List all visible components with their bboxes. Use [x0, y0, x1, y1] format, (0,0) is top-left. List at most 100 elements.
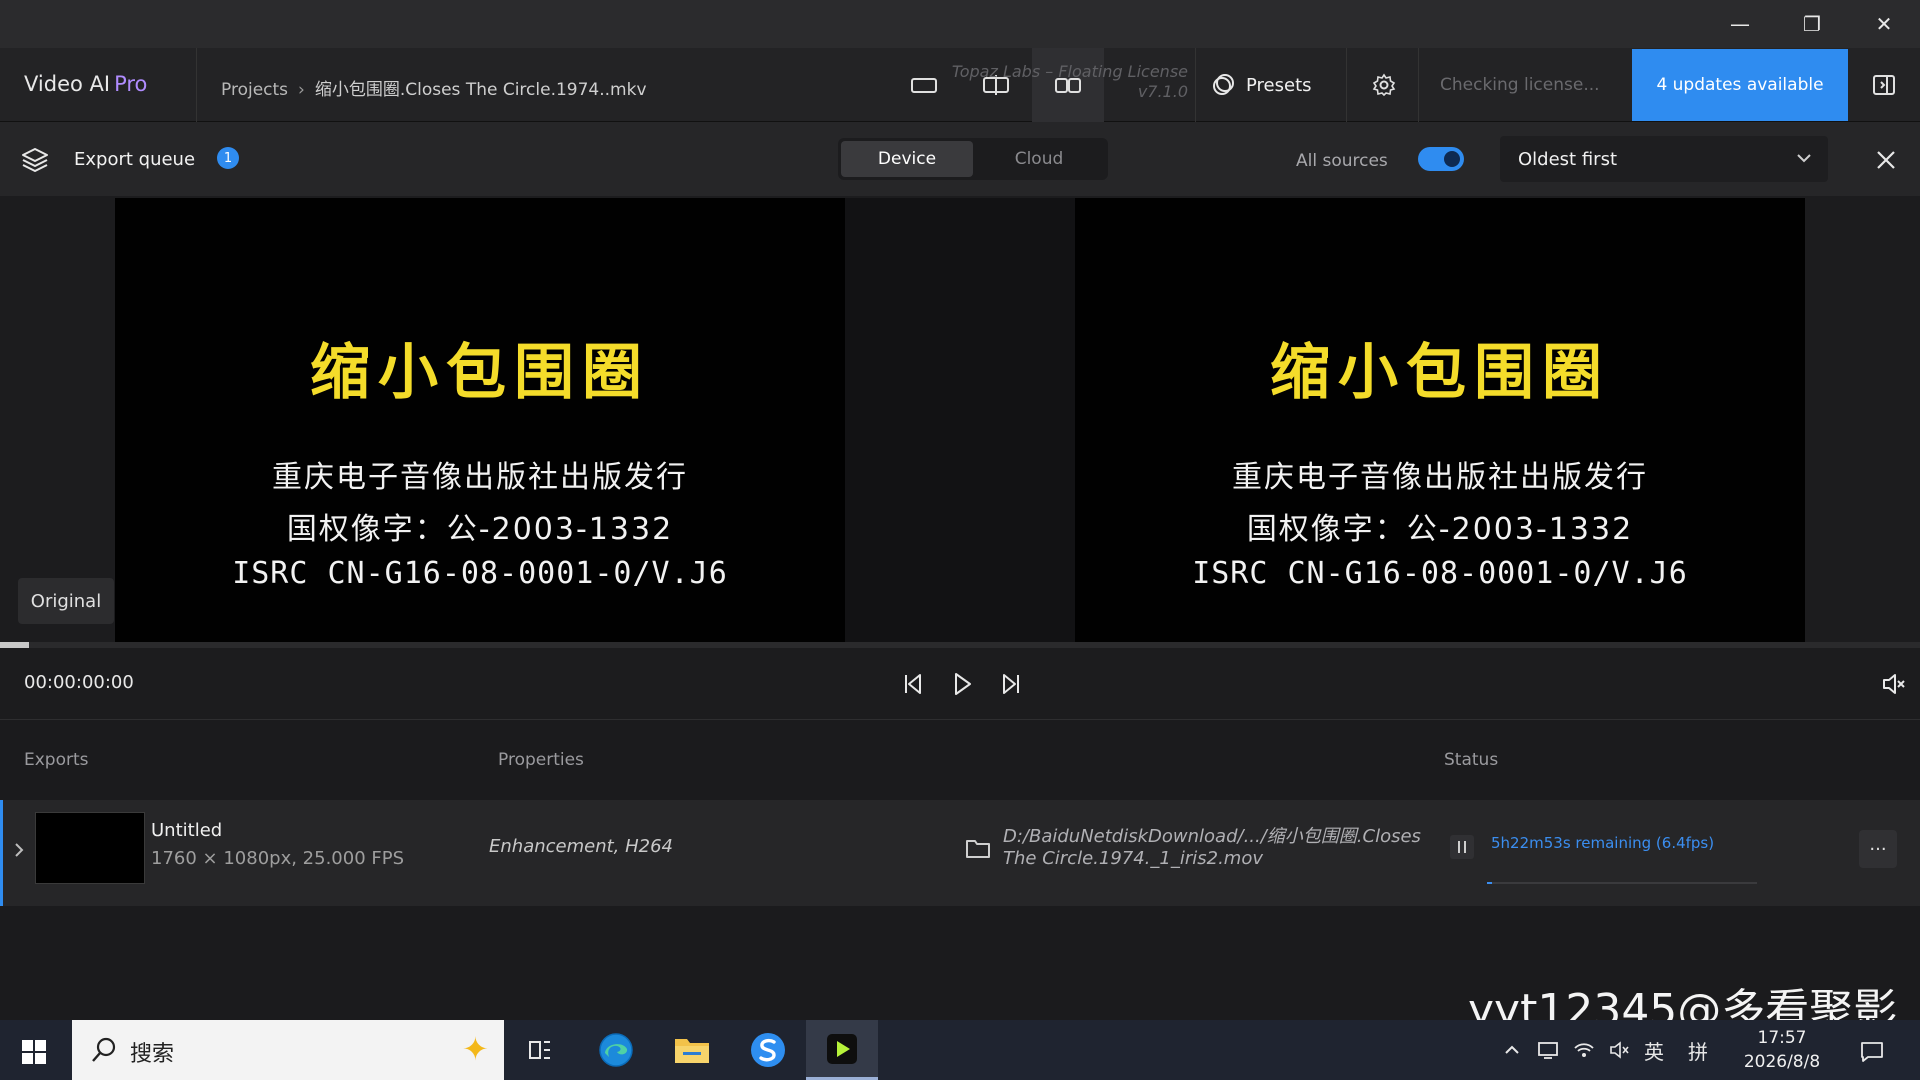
toggle-panel-button[interactable]	[1862, 48, 1906, 122]
folder-icon[interactable]	[965, 836, 991, 864]
export-spec: 1760 × 1080px, 25.000 FPS	[151, 848, 405, 869]
preview-gap	[845, 198, 1075, 642]
breadcrumb-projects-link[interactable]: Projects	[221, 80, 288, 100]
edge-browser-icon	[599, 1033, 633, 1067]
presets-button[interactable]: Presets	[1210, 48, 1312, 122]
previous-frame-button[interactable]	[894, 664, 934, 704]
frame-title-text: 缩小包围圈	[1270, 338, 1610, 408]
export-queue-title: Export queue	[74, 149, 196, 170]
original-label: Original	[18, 578, 114, 624]
step-back-icon	[905, 674, 921, 694]
export-thumbnail	[35, 812, 145, 884]
column-header-status: Status	[1444, 750, 1499, 770]
sogou-icon	[751, 1033, 785, 1067]
breadcrumb: Projects › 缩小包围圈.Closes The Circle.1974..m…	[221, 75, 647, 100]
pause-export-button[interactable]	[1449, 834, 1475, 864]
folder-icon	[675, 1039, 709, 1063]
frame-line-3: ISRC CN-G16-08-0001-0/V.J6	[1192, 556, 1688, 591]
taskbar-edge[interactable]	[580, 1020, 652, 1080]
more-options-button[interactable]: ···	[1859, 830, 1897, 868]
step-forward-icon	[1003, 674, 1019, 694]
device-tray-icon[interactable]	[1532, 1020, 1564, 1080]
monitor-icon	[1538, 1042, 1558, 1059]
table-row[interactable]: Untitled 1760 × 1080px, 25.000 FPS Enhan…	[0, 800, 1920, 906]
queue-count-badge: 1	[217, 147, 239, 169]
export-output-path: D:/BaiduNetdiskDownload/.../缩小包围圈.Closes…	[1003, 826, 1421, 869]
pause-icon	[1450, 835, 1474, 859]
updates-available-button[interactable]: 4 updates available	[1632, 49, 1848, 121]
presets-label: Presets	[1246, 74, 1312, 96]
close-window-button[interactable]: ✕	[1848, 0, 1920, 48]
license-owner: Topaz Labs – Floating License	[951, 62, 1188, 81]
license-info: Topaz Labs – Floating License v7.1.0	[930, 62, 1188, 102]
chevron-right-icon[interactable]	[11, 840, 27, 864]
notification-center-button[interactable]	[1852, 1032, 1892, 1072]
gear-icon	[1372, 73, 1396, 97]
video-preview: 缩小包围圈 重庆电子音像出版社出版发行 国权像字：公-2003-1332 ISR…	[0, 196, 1920, 642]
chevron-down-icon	[1794, 148, 1814, 172]
search-icon	[90, 1036, 118, 1068]
taskbar-sogou[interactable]	[732, 1020, 804, 1080]
sort-order-select[interactable]: Oldest first	[1500, 136, 1828, 182]
frame-title-text: 缩小包围圈	[310, 338, 650, 408]
ime-mode-indicator[interactable]: 拼	[1684, 1020, 1712, 1080]
next-frame-button[interactable]	[990, 664, 1030, 704]
frame-line-3: ISRC CN-G16-08-0001-0/V.J6	[232, 556, 728, 591]
time-remaining: 5h22m53s remaining (6.4fps)	[1491, 834, 1715, 852]
app-version: v7.1.0	[1137, 82, 1188, 101]
taskbar-search[interactable]: 搜索 ✦	[72, 1020, 504, 1080]
license-status: Checking license...	[1440, 75, 1600, 95]
sort-order-value: Oldest first	[1518, 149, 1617, 170]
minimize-button[interactable]: —	[1704, 0, 1776, 48]
frame-line-2: 国权像字：公-2003-1332	[286, 512, 674, 547]
close-icon	[1877, 151, 1895, 169]
layers-icon	[20, 146, 50, 178]
taskbar-file-explorer[interactable]	[656, 1020, 728, 1080]
topaz-video-ai-icon	[827, 1033, 857, 1064]
tab-device[interactable]: Device	[841, 141, 973, 177]
timecode: 00:00:00:00	[24, 672, 134, 693]
export-properties: Enhancement, H264	[489, 836, 674, 857]
settings-button[interactable]	[1360, 48, 1408, 122]
volume-tray-icon[interactable]	[1604, 1020, 1636, 1080]
export-progress-bar	[1487, 882, 1757, 884]
app-tier: Pro	[114, 72, 148, 96]
play-button[interactable]	[942, 664, 982, 704]
export-name: Untitled	[151, 820, 223, 841]
header-divider	[1346, 48, 1347, 122]
clock-date: 2026/8/8	[1743, 1052, 1821, 1072]
task-view-icon	[529, 1041, 550, 1059]
window-titlebar: — ❐ ✕	[0, 0, 1920, 48]
ime-language-indicator[interactable]: 英	[1640, 1020, 1668, 1080]
windows-logo-icon	[22, 1040, 46, 1064]
column-header-exports: Exports	[24, 750, 89, 770]
chevron-right-icon: ›	[298, 80, 305, 100]
search-placeholder: 搜索	[130, 1042, 175, 1067]
close-queue-button[interactable]	[1866, 140, 1906, 180]
clock-time: 17:57	[1757, 1028, 1807, 1048]
chevron-up-icon	[1505, 1045, 1519, 1054]
taskbar-clock[interactable]: 17:57 2026/8/8	[1732, 1026, 1832, 1074]
export-queue-bar: Export queue 1 Device Cloud All sources …	[0, 122, 1920, 196]
wifi-icon	[1574, 1043, 1594, 1057]
header-divider	[1195, 48, 1196, 122]
notification-icon	[1861, 1042, 1883, 1062]
original-frame: 缩小包围圈 重庆电子音像出版社出版发行 国权像字：公-2003-1332 ISR…	[115, 198, 845, 642]
device-cloud-switch: Device Cloud	[838, 138, 1108, 180]
restore-button[interactable]: ❐	[1776, 0, 1848, 48]
frame-line-1: 重庆电子音像出版社出版发行	[1232, 460, 1648, 495]
all-sources-toggle[interactable]	[1418, 147, 1464, 171]
start-button[interactable]	[14, 1032, 54, 1072]
taskbar-topaz-video-ai[interactable]	[806, 1020, 878, 1080]
tab-cloud[interactable]: Cloud	[973, 141, 1105, 177]
show-hidden-icons-button[interactable]	[1496, 1020, 1528, 1080]
app-name: Video AI	[24, 72, 111, 96]
mute-button[interactable]	[1874, 664, 1914, 704]
speaker-muted-icon	[1610, 1041, 1629, 1059]
frame-line-1: 重庆电子音像出版社出版发行	[272, 460, 688, 495]
task-view-button[interactable]	[504, 1020, 576, 1080]
app-header: Video AI Pro Projects › 缩小包围圈.Closes The Ci…	[0, 48, 1920, 122]
enhanced-frame: 缩小包围圈 重庆电子音像出版社出版发行 国权像字：公-2003-1332 ISR…	[1075, 198, 1805, 642]
network-tray-icon[interactable]	[1568, 1020, 1600, 1080]
frame-line-2: 国权像字：公-2003-1332	[1246, 512, 1634, 547]
